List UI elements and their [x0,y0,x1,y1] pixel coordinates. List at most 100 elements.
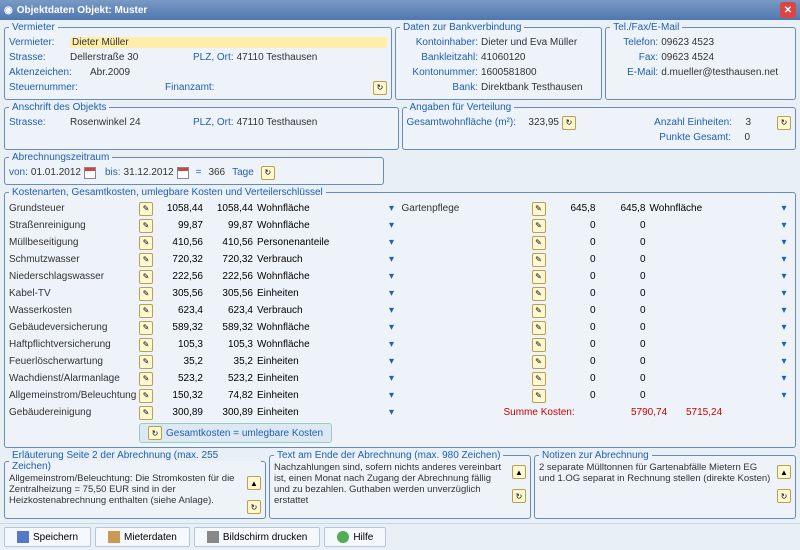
calendar-icon[interactable] [177,167,189,179]
dropdown-icon[interactable]: ▾ [777,254,791,265]
cost-name[interactable]: Haftpflichtversicherung [9,339,139,350]
cost-key[interactable]: Wohnfläche [257,271,385,282]
cost-allocatable[interactable]: 623,4 [207,305,257,316]
cost-edit-icon[interactable]: ✎ [139,321,153,335]
cost-name[interactable]: Niederschlagswasser [9,271,139,282]
cost-key[interactable]: Wohnfläche [257,339,385,350]
down-icon[interactable]: ↻ [512,489,526,503]
dropdown-icon[interactable]: ▾ [777,237,791,248]
bank-blz[interactable]: 41060120 [481,52,526,63]
cost-allocatable[interactable]: 0 [600,356,650,367]
cost-allocatable[interactable]: 105,3 [207,339,257,350]
dropdown-icon[interactable]: ▾ [385,237,399,248]
bank-acc[interactable]: 1600581800 [481,67,537,78]
cost-edit-icon[interactable]: ✎ [532,219,546,233]
dropdown-icon[interactable]: ▾ [385,322,399,333]
cost-total[interactable]: 410,56 [157,237,207,248]
dropdown-icon[interactable]: ▾ [385,373,399,384]
down-icon[interactable]: ↻ [247,500,261,514]
close-icon[interactable]: ✕ [780,2,796,18]
contact-fax[interactable]: 09623 4524 [661,52,714,63]
cost-edit-icon[interactable]: ✎ [139,355,153,369]
cost-allocatable[interactable]: 300,89 [207,407,257,418]
up-icon[interactable]: ▲ [247,476,261,490]
dropdown-icon[interactable]: ▾ [777,322,791,333]
dropdown-icon[interactable]: ▾ [385,339,399,350]
cost-total[interactable]: 35,2 [157,356,207,367]
dropdown-icon[interactable]: ▾ [777,373,791,384]
down-icon[interactable]: ↻ [777,489,791,503]
cost-name[interactable]: Feuerlöscherwartung [9,356,139,367]
cost-total[interactable]: 0 [550,271,600,282]
cost-allocatable[interactable]: 720,32 [207,254,257,265]
cost-name[interactable]: Allgemeinstrom/Beleuchtung [9,390,139,401]
up-icon[interactable]: ▲ [777,465,791,479]
cost-name[interactable]: Gartenpflege [402,203,532,214]
cost-edit-icon[interactable]: ✎ [139,253,153,267]
cost-edit-icon[interactable]: ✎ [532,304,546,318]
cost-allocatable[interactable]: 589,32 [207,322,257,333]
cost-name[interactable]: Gebäudereinigung [9,407,139,418]
cost-allocatable[interactable]: 0 [600,220,650,231]
cost-allocatable[interactable]: 1058,44 [207,203,257,214]
period-refresh-icon[interactable]: ↻ [261,166,275,180]
cost-name[interactable]: Wachdienst/Alarmanlage [9,373,139,384]
cost-total[interactable]: 645,8 [550,203,600,214]
cost-total[interactable]: 523,2 [157,373,207,384]
print-button[interactable]: Bildschirm drucken [194,527,320,547]
cost-edit-icon[interactable]: ✎ [139,270,153,284]
contact-mail[interactable]: d.mueller@testhausen.net [661,67,778,78]
cost-edit-icon[interactable]: ✎ [532,389,546,403]
cost-total[interactable]: 0 [550,339,600,350]
cost-allocatable[interactable]: 35,2 [207,356,257,367]
cost-allocatable[interactable]: 0 [600,254,650,265]
cost-total[interactable]: 150,32 [157,390,207,401]
cost-allocatable[interactable]: 645,8 [600,203,650,214]
contact-tel[interactable]: 09623 4523 [661,37,714,48]
cost-edit-icon[interactable]: ✎ [139,372,153,386]
calendar-icon[interactable] [84,167,96,179]
cost-edit-icon[interactable]: ✎ [532,202,546,216]
period-to[interactable]: 31.12.2012 [124,167,174,178]
cost-edit-icon[interactable]: ✎ [532,355,546,369]
cost-total[interactable]: 0 [550,356,600,367]
obj-plz[interactable]: 47110 Testhausen [237,117,318,128]
cost-name[interactable]: Gebäudeversicherung [9,322,139,333]
cost-key[interactable]: Einheiten [257,407,385,418]
cost-edit-icon[interactable]: ✎ [139,236,153,250]
landlord-more-icon[interactable]: ↻ [373,81,387,95]
cost-total[interactable]: 1058,44 [157,203,207,214]
cost-name[interactable]: Schmutzwasser [9,254,139,265]
landlord-street[interactable]: Dellerstraße 30 [70,52,190,63]
cost-edit-icon[interactable]: ✎ [139,219,153,233]
dropdown-icon[interactable]: ▾ [385,220,399,231]
cost-total[interactable]: 99,87 [157,220,207,231]
dropdown-icon[interactable]: ▾ [385,390,399,401]
cost-allocatable[interactable]: 523,2 [207,373,257,384]
cost-allocatable[interactable]: 74,82 [207,390,257,401]
cost-edit-icon[interactable]: ✎ [532,338,546,352]
bank-name[interactable]: Direktbank Testhausen [481,82,583,93]
cost-total[interactable]: 105,3 [157,339,207,350]
cost-allocatable[interactable]: 0 [600,271,650,282]
cost-key[interactable]: Verbrauch [257,305,385,316]
cost-total[interactable]: 0 [550,254,600,265]
cost-name[interactable]: Wasserkosten [9,305,139,316]
dist-area[interactable]: 323,95 [519,117,559,128]
cost-name[interactable]: Müllbeseitigung [9,237,139,248]
save-button[interactable]: Speichern [4,527,91,547]
note1-text[interactable]: Allgemeinstrom/Beleuchtung: Die Stromkos… [9,474,243,514]
dropdown-icon[interactable]: ▾ [385,407,399,418]
cost-name[interactable]: Kabel-TV [9,288,139,299]
dropdown-icon[interactable]: ▾ [777,203,791,214]
cost-edit-icon[interactable]: ✎ [532,372,546,386]
cost-edit-icon[interactable]: ✎ [139,389,153,403]
dropdown-icon[interactable]: ▾ [385,203,399,214]
cost-edit-icon[interactable]: ✎ [139,338,153,352]
dropdown-icon[interactable]: ▾ [777,288,791,299]
cost-key[interactable]: Einheiten [257,356,385,367]
cost-name[interactable]: Grundsteuer [9,203,139,214]
cost-total[interactable]: 720,32 [157,254,207,265]
cost-total[interactable]: 623,4 [157,305,207,316]
cost-allocatable[interactable]: 99,87 [207,220,257,231]
